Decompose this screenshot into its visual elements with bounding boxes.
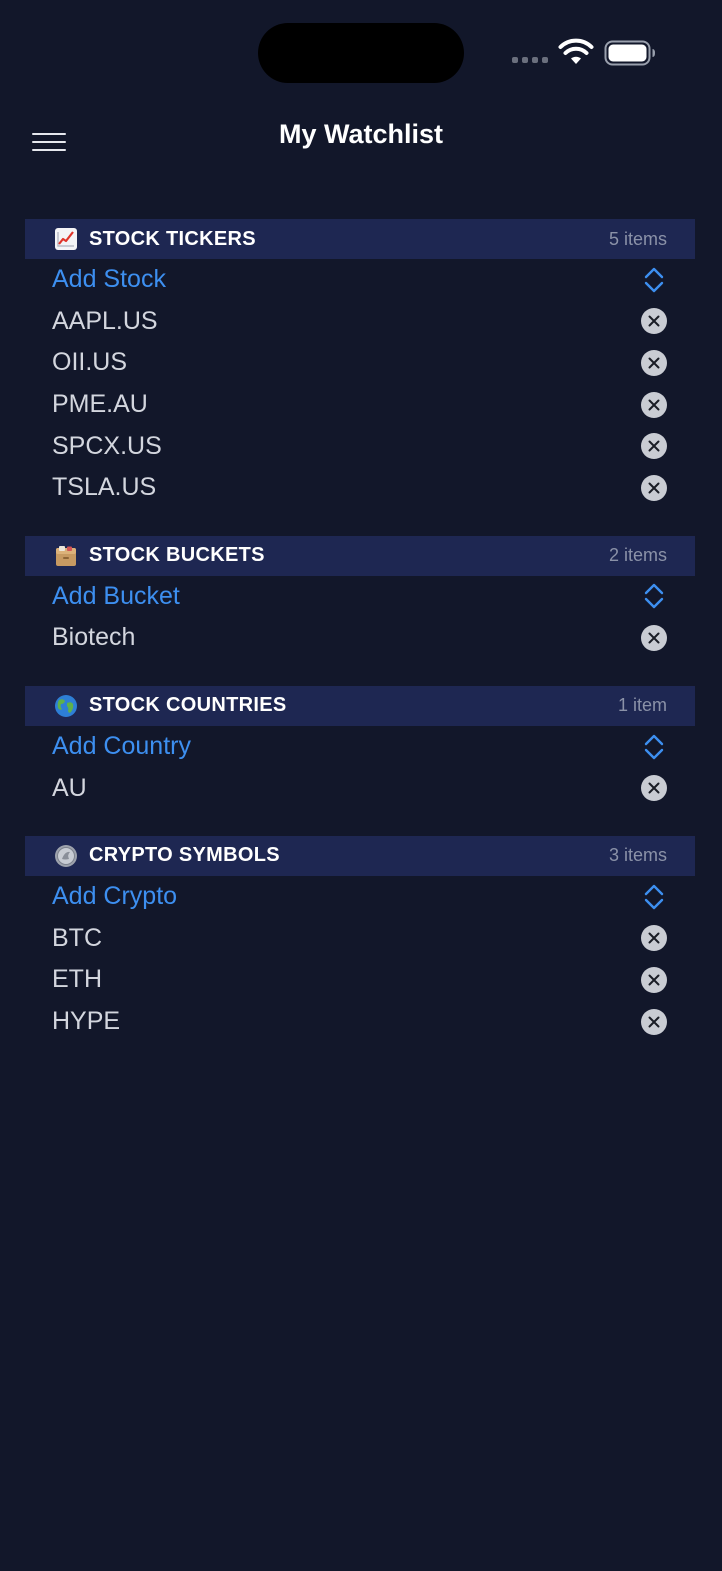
section-crypto-symbols: CRYPTO SYMBOLS 3 items Add Crypto BTC ET… <box>25 835 695 1043</box>
watchlist-screen: My Watchlist STOCK TICKERS 5 items Add S… <box>0 0 722 1571</box>
close-icon <box>648 315 660 327</box>
close-icon <box>648 357 660 369</box>
add-stock-label: Add Stock <box>52 265 166 294</box>
list-item-label: AAPL.US <box>52 306 158 335</box>
list-item: AAPL.US <box>25 301 695 343</box>
chevron-up-down-icon[interactable] <box>641 882 667 912</box>
remove-item-button[interactable] <box>641 624 667 651</box>
page-title: My Watchlist <box>278 119 444 149</box>
section-stock-buckets: STOCK BUCKETS 2 items Add Bucket Biotech <box>25 535 695 659</box>
add-country-label: Add Country <box>52 732 191 761</box>
remove-item-button[interactable] <box>641 925 667 952</box>
list-item-label: AU <box>52 773 87 802</box>
add-bucket-picker[interactable]: Add Bucket <box>25 576 695 618</box>
close-icon <box>648 632 660 644</box>
list-item: AU <box>25 767 695 809</box>
list-item-label: TSLA.US <box>52 473 157 502</box>
battery-icon <box>604 40 655 66</box>
list-item: HYPE <box>25 1001 695 1043</box>
list-item-label: SPCX.US <box>52 431 162 460</box>
remove-item-button[interactable] <box>641 349 667 376</box>
chevron-up-down-icon[interactable] <box>641 581 667 611</box>
section-header: STOCK BUCKETS 2 items <box>25 535 695 576</box>
remove-item-button[interactable] <box>641 433 667 460</box>
close-icon <box>648 482 660 494</box>
list-item-label: PME.AU <box>52 390 148 419</box>
globe-icon <box>53 693 79 719</box>
list-item-label: ETH <box>52 965 102 994</box>
section-title: STOCK TICKERS <box>89 227 256 250</box>
chevron-up-down-icon[interactable] <box>641 732 667 762</box>
add-country-picker[interactable]: Add Country <box>25 726 695 768</box>
list-item: SPCX.US <box>25 425 695 467</box>
chart-increasing-icon <box>53 226 79 252</box>
list-item: OII.US <box>25 342 695 384</box>
wifi-icon <box>558 38 594 64</box>
chevron-up-down-icon[interactable] <box>641 265 667 295</box>
list-item: ETH <box>25 959 695 1001</box>
section-item-count: 5 items <box>608 228 667 249</box>
list-item-label: BTC <box>52 923 102 952</box>
remove-item-button[interactable] <box>641 775 667 802</box>
section-header: CRYPTO SYMBOLS 3 items <box>25 835 695 876</box>
remove-item-button[interactable] <box>641 391 667 418</box>
add-bucket-label: Add Bucket <box>52 581 180 610</box>
section-stock-countries: STOCK COUNTRIES 1 item Add Country AU <box>25 685 695 809</box>
section-title: STOCK BUCKETS <box>89 544 265 567</box>
section-item-count: 2 items <box>608 545 667 566</box>
coin-icon <box>53 843 79 869</box>
close-icon <box>648 1016 660 1028</box>
list-item: TSLA.US <box>25 467 695 509</box>
section-stock-tickers: STOCK TICKERS 5 items Add Stock AAPL.US … <box>25 219 695 509</box>
section-title: STOCK COUNTRIES <box>89 694 287 717</box>
list-item-label: OII.US <box>52 348 128 377</box>
list-item: BTC <box>25 918 695 960</box>
add-stock-picker[interactable]: Add Stock <box>25 259 695 301</box>
close-icon <box>648 782 660 794</box>
list-item: PME.AU <box>25 384 695 426</box>
remove-item-button[interactable] <box>641 308 667 335</box>
section-item-count: 1 item <box>617 695 667 716</box>
close-icon <box>648 399 660 411</box>
section-title: CRYPTO SYMBOLS <box>89 844 280 867</box>
remove-item-button[interactable] <box>641 966 667 993</box>
cellular-signal-icon <box>512 57 548 63</box>
watchlist-list: STOCK TICKERS 5 items Add Stock AAPL.US … <box>25 219 695 1069</box>
section-header: STOCK COUNTRIES 1 item <box>25 685 695 726</box>
dynamic-island <box>258 23 464 83</box>
file-cabinet-icon <box>53 543 79 569</box>
list-item: Biotech <box>25 617 695 659</box>
section-header: STOCK TICKERS 5 items <box>25 219 695 259</box>
close-icon <box>648 974 660 986</box>
list-item-label: HYPE <box>52 1007 121 1036</box>
close-icon <box>648 440 660 452</box>
remove-item-button[interactable] <box>641 1008 667 1035</box>
add-crypto-label: Add Crypto <box>52 882 178 911</box>
list-item-label: Biotech <box>52 623 136 652</box>
remove-item-button[interactable] <box>641 474 667 501</box>
close-icon <box>648 932 660 944</box>
section-item-count: 3 items <box>608 845 667 866</box>
add-crypto-picker[interactable]: Add Crypto <box>25 876 695 918</box>
